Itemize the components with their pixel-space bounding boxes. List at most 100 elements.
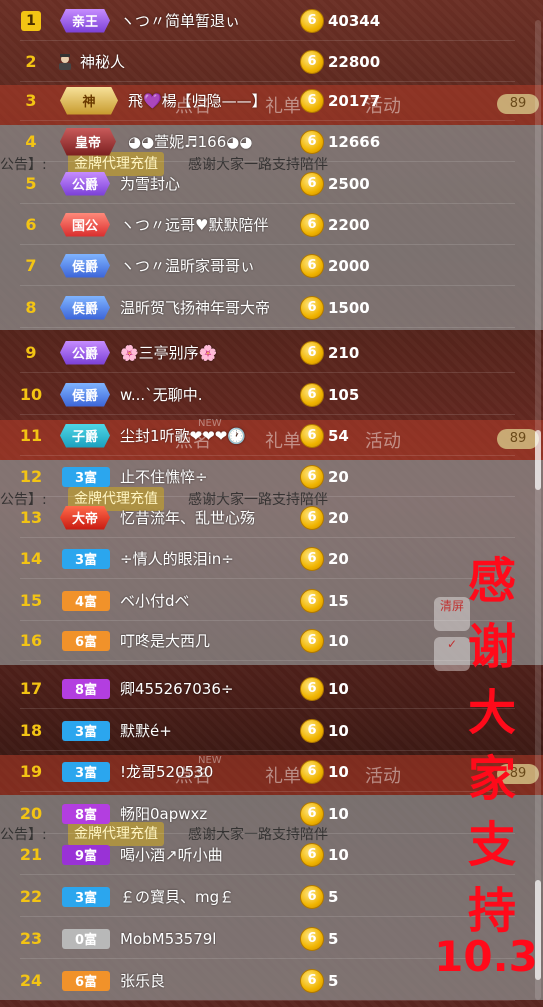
rank-number-text: 13	[19, 508, 43, 527]
user-nickname[interactable]: ヽつ〃温昕家哥哥ぃ	[120, 245, 255, 286]
coin-icon: 6	[300, 801, 324, 826]
coin-icon: 6	[300, 129, 324, 154]
ranking-row[interactable]: 12 3富 止不住憔悴÷ 6 20	[0, 456, 515, 497]
user-nickname[interactable]: 忆昔流年、乱世心殇	[120, 497, 255, 538]
user-nickname[interactable]: ÷情人的眼泪in÷	[120, 538, 234, 579]
ranking-row[interactable]: 11 子爵 尘封1听歌❤❤❤🕐 6 54	[0, 415, 515, 456]
contribution-score: 20177	[328, 91, 381, 110]
wealth-level-badge: 3富	[62, 886, 110, 907]
user-nickname[interactable]: 喝小酒↗听小曲	[120, 834, 223, 875]
ranking-row[interactable]: 4 皇帝 ◕◕萱妮♬166◕◕ 6 12666	[0, 121, 515, 162]
coin-icon: 6	[300, 505, 324, 530]
user-nickname[interactable]: 温昕贺飞扬神年哥大帝	[120, 287, 270, 328]
ranking-row[interactable]: 3 神飛💜楊【归隐——】 6 20177	[0, 80, 515, 121]
user-nickname[interactable]: !龙哥520530	[120, 751, 213, 792]
user-nickname[interactable]: 张乐良	[120, 960, 165, 1001]
ranking-row[interactable]: 2 神秘人 6 22800	[0, 41, 515, 82]
user-nickname[interactable]: 叮咚是大西几	[120, 620, 210, 661]
rank-number-text: 19	[19, 762, 43, 781]
ranking-row[interactable]: 14 3富 ÷情人的眼泪in÷ 6 20	[0, 538, 515, 579]
ranking-row[interactable]: 1 亲王 ヽつ〃简单暂退ぃ 6 40344	[0, 0, 515, 41]
wealth-level-badge: 6富	[62, 970, 110, 991]
coin-icon: 6	[300, 464, 324, 489]
ranking-row[interactable]: 16 6富 叮咚是大西几 6 10	[0, 620, 515, 661]
rank-number: 6	[14, 204, 48, 245]
noble-title-badge: 大帝	[60, 505, 110, 530]
rank-number-text: 23	[19, 929, 43, 948]
wealth-level-badge: 4富	[62, 590, 110, 611]
ranking-row[interactable]: 18 3富 默默é+ 6 10	[0, 710, 515, 751]
rank-number: 19	[14, 751, 48, 792]
coin-icon: 6	[300, 423, 324, 448]
wealth-level-badge: 0富	[62, 928, 110, 949]
wealth-level-badge: 9富	[62, 844, 110, 865]
coin-icon: 6	[300, 253, 324, 278]
contribution-score: 40344	[328, 11, 381, 30]
wealth-level-badge: 3富	[62, 720, 110, 741]
rank-number: 11	[14, 415, 48, 456]
user-nickname[interactable]: 尘封1听歌❤❤❤🕐	[120, 415, 246, 456]
wealth-level-badge: 3富	[62, 548, 110, 569]
contribution-score: 10	[328, 631, 349, 650]
coin-icon: 6	[300, 212, 324, 237]
contribution-score: 15	[328, 591, 349, 610]
user-nickname[interactable]: 神秘人	[80, 41, 125, 82]
ranking-row[interactable]: 22 3富 ￡の寶貝、mg￡ 6 5	[0, 876, 515, 917]
scrollbar[interactable]	[535, 20, 541, 1000]
contribution-score: 5	[328, 971, 339, 990]
ranking-row[interactable]: 6 国公 ヽつ〃远哥♥默默陪伴 6 2200	[0, 204, 515, 245]
coin-icon: 6	[300, 676, 324, 701]
contribution-score: 20	[328, 508, 349, 527]
rank-number-text: 16	[19, 631, 43, 650]
user-nickname[interactable]: ◕◕萱妮♬166◕◕	[128, 121, 252, 162]
rank-number: 3	[14, 80, 48, 121]
noble-title-badge: 公爵	[60, 171, 110, 196]
user-nickname[interactable]: ￡の寶貝、mg￡	[120, 876, 234, 917]
contribution-score: 105	[328, 385, 360, 404]
user-nickname[interactable]: ベ小付dベ	[120, 580, 190, 621]
user-nickname[interactable]: 默默é+	[120, 710, 172, 751]
ranking-row[interactable]: 5 公爵 为雪封心 6 2500	[0, 163, 515, 204]
scrollbar-thumb[interactable]	[535, 430, 541, 490]
ranking-row[interactable]: 13 大帝 忆昔流年、乱世心殇 6 20	[0, 497, 515, 538]
rank-number-text: 17	[19, 679, 43, 698]
coin-icon: 6	[300, 926, 324, 951]
rank-number: 16	[14, 620, 48, 661]
ranking-row[interactable]: 21 9富 喝小酒↗听小曲 6 10	[0, 834, 515, 875]
ranking-row[interactable]: 15 4富 ベ小付dベ 6 15	[0, 580, 515, 621]
coin-icon: 6	[300, 49, 324, 74]
user-nickname[interactable]: 为雪封心	[120, 163, 180, 204]
user-nickname[interactable]: 止不住憔悴÷	[120, 456, 208, 497]
user-nickname[interactable]: 畅阳0apwxz	[120, 793, 207, 834]
user-nickname[interactable]: ヽつ〃远哥♥默默陪伴	[120, 204, 268, 245]
coin-icon: 6	[300, 8, 324, 33]
ranking-row[interactable]: 19 3富 !龙哥520530 6 10	[0, 751, 515, 792]
rank-number: 21	[14, 834, 48, 875]
coin-icon: 6	[300, 546, 324, 571]
user-nickname[interactable]: 卿455267036÷	[120, 668, 233, 709]
ranking-row[interactable]: 20 8富 畅阳0apwxz 6 10	[0, 793, 515, 834]
rank-number-text: 2	[25, 52, 37, 71]
ranking-row[interactable]: 8 侯爵 温昕贺飞扬神年哥大帝 6 1500	[0, 287, 515, 328]
user-nickname[interactable]: 飛💜楊【归隐——】	[128, 80, 267, 121]
rank-number-text: 10	[19, 385, 43, 404]
user-nickname[interactable]: ヽつ〃简单暂退ぃ	[120, 0, 240, 41]
rank-number-text: 22	[19, 887, 43, 906]
contribution-score: 10	[328, 845, 349, 864]
coin-icon: 6	[300, 968, 324, 993]
ranking-row[interactable]: 10 侯爵 w...`无聊中. 6 105	[0, 374, 515, 415]
coin-icon: 6	[300, 88, 324, 113]
user-nickname[interactable]: MobM53579l	[120, 918, 216, 959]
rank-number: 15	[14, 580, 48, 621]
user-nickname[interactable]: 🌸三亭别序🌸	[120, 332, 217, 373]
contribution-score: 210	[328, 343, 360, 362]
ranking-row[interactable]: 9 公爵 🌸三亭别序🌸 6 210	[0, 332, 515, 373]
coin-icon: 6	[300, 382, 324, 407]
wealth-level-badge: 8富	[62, 803, 110, 824]
thanks-overlay: 感谢大家支持 10.3	[434, 548, 538, 981]
ranking-row[interactable]: 17 8富 卿455267036÷ 6 10	[0, 668, 515, 709]
contribution-score: 20	[328, 549, 349, 568]
rank-number: 22	[14, 876, 48, 917]
ranking-row[interactable]: 7 侯爵 ヽつ〃温昕家哥哥ぃ 6 2000	[0, 245, 515, 286]
user-nickname[interactable]: w...`无聊中.	[120, 374, 202, 415]
